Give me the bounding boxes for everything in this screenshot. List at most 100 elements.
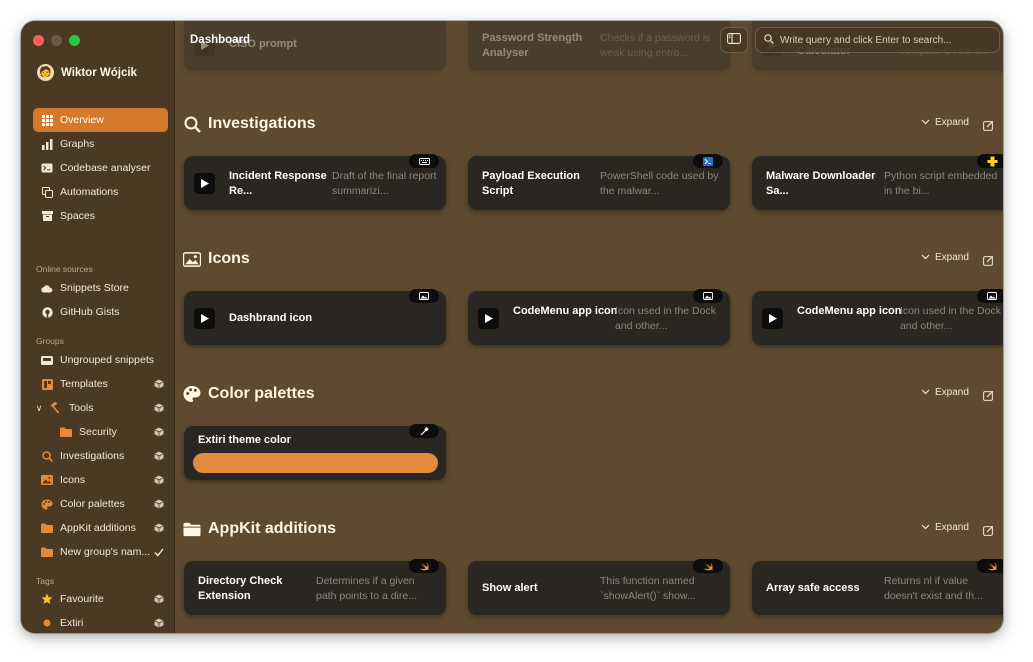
sidebar-item-graphs[interactable]: Graphs (33, 132, 168, 156)
edit-icon[interactable] (983, 388, 995, 401)
sidebar-item-snippets-store[interactable]: Snippets Store (33, 276, 168, 300)
sidebar-item-investigations[interactable]: Investigations (33, 444, 168, 468)
sidebar-item-overview[interactable]: Overview (33, 108, 168, 132)
palette-card[interactable]: Extiri theme color (184, 424, 446, 480)
main-nav: Overview Graphs Codebase analyser Automa… (33, 108, 168, 228)
edit-icon[interactable] (983, 523, 995, 536)
card-description: Draft of the final report summarizi... (332, 170, 437, 197)
sidebar-item-label: Overview (60, 114, 104, 126)
expand-button[interactable]: Expand (921, 522, 969, 533)
sidebar-item-spaces[interactable]: Spaces (33, 204, 168, 228)
dot-icon (41, 617, 53, 629)
sidebar-item-automations[interactable]: Automations (33, 180, 168, 204)
snippet-card[interactable]: CodeMenu app icon Icon used in the Dock … (752, 289, 1003, 345)
sidebar-item-new-group[interactable]: New group's nam... (33, 540, 168, 564)
snippet-card[interactable]: Payload Execution Script PowerShell code… (468, 154, 730, 210)
palette-icon (41, 498, 53, 510)
archive-icon (41, 210, 53, 222)
search-input[interactable] (780, 34, 995, 46)
sidebar-item-label: GitHub Gists (60, 306, 120, 318)
sidebar-item-label: New group's nam... (60, 546, 151, 558)
sidebar-item-label: Templates (60, 378, 108, 390)
snippet-card[interactable]: Incident Response Re... Draft of the fin… (184, 154, 446, 210)
sidebar-item-favourite[interactable]: Favourite (33, 587, 168, 611)
expand-button[interactable]: Expand (921, 117, 969, 128)
avatar: 🧑 (37, 64, 54, 81)
sidebar: 🧑 Wiktor Wójcik Overview Graphs Codebase… (21, 21, 175, 633)
search-icon (41, 450, 53, 462)
check-icon[interactable] (153, 547, 164, 558)
snippet-card[interactable]: Array safe access Returns nl if value do… (752, 559, 1003, 615)
zoom-button[interactable] (69, 35, 80, 46)
edit-icon[interactable] (983, 118, 995, 131)
card-description: Icon used in the Dock and other... (615, 305, 716, 332)
swift-icon (409, 559, 439, 573)
sidebar-item-github-gists[interactable]: GitHub Gists (33, 300, 168, 324)
expand-label: Expand (935, 387, 969, 398)
card-title: Malware Downloader Sa... (766, 170, 876, 197)
cube-icon (153, 379, 164, 390)
play-icon[interactable] (194, 173, 215, 194)
expand-button[interactable]: Expand (921, 252, 969, 263)
sidebar-item-icons[interactable]: Icons (33, 468, 168, 492)
sidebar-item-label: Security (79, 426, 117, 438)
snippet-card[interactable]: CodeMenu app icon Icon used in the Dock … (468, 289, 730, 345)
edit-icon[interactable] (983, 253, 995, 266)
cube-icon (153, 451, 164, 462)
minimize-button[interactable] (51, 35, 62, 46)
user-profile[interactable]: 🧑 Wiktor Wójcik (37, 64, 137, 81)
card-title: CodeMenu app icon (797, 305, 902, 317)
section-title: Color palettes (208, 385, 315, 402)
swift-icon (693, 559, 723, 573)
expand-label: Expand (935, 522, 969, 533)
play-icon[interactable] (194, 308, 215, 329)
play-icon[interactable] (478, 308, 499, 329)
card-description: Returns nl if value doesn't exist and th… (884, 575, 983, 602)
sidebar-item-label: Automations (60, 186, 119, 198)
snippet-card[interactable]: Dashbrand icon (184, 289, 446, 345)
search-field[interactable] (755, 27, 1000, 53)
cube-icon (153, 427, 164, 438)
chevron-down-icon[interactable]: ∨ (35, 403, 43, 414)
sidebar-item-templates[interactable]: Templates (33, 372, 168, 396)
snippet-card[interactable]: Show alert This function named `showAler… (468, 559, 730, 615)
card-title: CodeMenu app icon (513, 305, 618, 317)
sidebar-item-security[interactable]: Security (33, 420, 168, 444)
snippet-card[interactable]: Directory Check Extension Determines if … (184, 559, 446, 615)
sidebar-item-appkit-additions[interactable]: AppKit additions (33, 516, 168, 540)
python-icon (977, 154, 1003, 168)
sidebar-item-codebase-analyser[interactable]: Codebase analyser (33, 156, 168, 180)
sidebar-item-color-palettes[interactable]: Color palettes (33, 492, 168, 516)
play-icon[interactable] (762, 308, 783, 329)
sidebar-item-label: Investigations (60, 450, 125, 462)
sidebar-item-tools[interactable]: ∨ Tools (33, 396, 168, 420)
close-button[interactable] (33, 35, 44, 46)
card-title: Show alert (482, 582, 538, 594)
powershell-icon (693, 154, 723, 168)
sidebar-toggle-button[interactable] (720, 27, 748, 53)
card-title: Dashbrand icon (229, 312, 313, 324)
top-bar: Dashboard (176, 21, 1003, 59)
sidebar-toggle-icon (727, 31, 741, 49)
snippet-card[interactable]: Malware Downloader Sa... Python script e… (752, 154, 1003, 210)
swift-icon (977, 559, 1003, 573)
main-content: CISO prompt Password Strength Analyser C… (176, 21, 1003, 633)
color-swatch[interactable] (193, 453, 438, 473)
sidebar-item-extiri[interactable]: Extiri (33, 611, 168, 633)
chevron-down-icon (921, 387, 930, 398)
image-icon (183, 250, 201, 268)
card-title: Extiri theme color (198, 434, 291, 446)
sidebar-item-label: Color palettes (60, 498, 125, 510)
folder-icon (41, 522, 53, 534)
cube-icon (153, 403, 164, 414)
sidebar-item-label: Icons (60, 474, 86, 486)
card-description: This function named `showAlert()` show..… (600, 575, 696, 602)
section-header: Icons (183, 247, 250, 271)
card-description: Determines if a given path points to a d… (316, 575, 417, 602)
expand-button[interactable]: Expand (921, 387, 969, 398)
cloud-icon (41, 282, 53, 294)
section-title: Icons (208, 250, 250, 267)
card-title: Array safe access (766, 582, 860, 594)
sidebar-item-label: AppKit additions (60, 522, 136, 534)
sidebar-item-ungrouped-snippets[interactable]: Ungrouped snippets (33, 348, 168, 372)
